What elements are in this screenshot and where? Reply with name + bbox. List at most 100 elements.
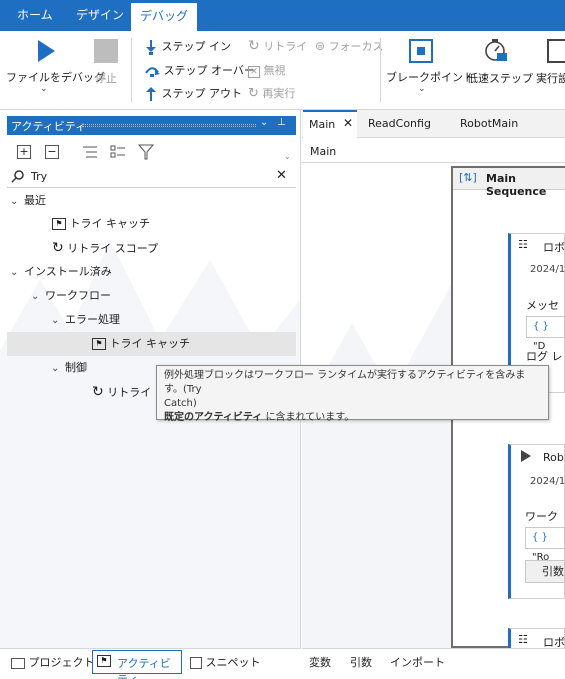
step-in-label: ステップ イン: [161, 40, 232, 53]
debug-file-label[interactable]: ファイルをデバッグ: [6, 69, 105, 85]
chevron-down-icon: ⌄: [31, 291, 40, 302]
pin-icon[interactable]: ⊥: [277, 117, 286, 128]
step-in-button[interactable]: ステップ イン: [144, 38, 231, 55]
snippets-icon: [190, 657, 202, 669]
bottom-tab-activities[interactable]: ⚑ アクティビティ: [92, 650, 182, 679]
chevron-down-icon: ⌄: [10, 196, 19, 207]
sort-icon[interactable]: [82, 145, 98, 159]
step-out-icon: [146, 87, 156, 101]
expand-all-icon[interactable]: +: [17, 145, 31, 159]
bottom-tab-snippets[interactable]: スニペット: [190, 654, 261, 670]
tree-label: リトライ スコープ: [67, 242, 159, 255]
breadcrumb[interactable]: Main: [310, 145, 336, 158]
retry-icon: ↻: [248, 38, 260, 54]
card-date: 2024/1: [530, 476, 565, 487]
settings-icon[interactable]: [547, 39, 565, 63]
stop-button[interactable]: 停止: [95, 70, 117, 86]
retry-label: リトライ: [263, 40, 308, 53]
chevron-down-icon: ⌄: [10, 267, 19, 278]
tab-design[interactable]: デザイン: [68, 0, 132, 31]
clear-search-icon[interactable]: ✕: [276, 168, 287, 183]
arguments-button[interactable]: 引数: [525, 560, 565, 583]
step-over-label: ステップ オーバー: [163, 64, 255, 77]
ribbon-divider: [380, 38, 381, 102]
bottom-tab-project[interactable]: プロジェクト: [11, 654, 95, 670]
retry-scope-icon: ↻: [92, 384, 104, 400]
step-out-button[interactable]: ステップ アウト: [144, 85, 242, 102]
focus-label: フォーカス: [328, 40, 384, 53]
slow-step-icon[interactable]: [484, 37, 508, 66]
ignore-button[interactable]: ✕ 無視: [248, 62, 286, 78]
tree-recent[interactable]: ⌄ 最近: [10, 189, 46, 213]
ribbon-divider: [131, 38, 132, 102]
ignore-icon: ✕: [248, 66, 260, 78]
close-icon[interactable]: ✕: [343, 116, 353, 130]
doc-tab-main[interactable]: Main ✕: [303, 110, 357, 138]
step-over-button[interactable]: ステップ オーバー: [144, 62, 255, 78]
sequence-icon: [⇅]: [459, 171, 477, 184]
chevron-down-icon[interactable]: ⌄: [418, 84, 426, 94]
activities-icon: ⚑: [97, 655, 111, 667]
tab-debug[interactable]: デバッグ: [131, 0, 197, 31]
focus-button[interactable]: ⊜ フォーカス: [315, 38, 384, 54]
tab-home[interactable]: ホーム: [9, 0, 61, 31]
tree-installed[interactable]: ⌄ インストール済み: [10, 260, 112, 284]
tree-item-retry-scope[interactable]: ↻ リトライ スコープ: [52, 236, 158, 260]
list-view-icon[interactable]: [110, 145, 126, 159]
retry-scope-icon: ↻: [52, 240, 64, 256]
chevron-down-icon: ⌄: [51, 363, 60, 374]
chevron-down-icon[interactable]: ⌄: [40, 84, 48, 94]
bottom-tab-imports[interactable]: インポート: [390, 654, 445, 670]
card-title: Rob: [543, 451, 564, 464]
rerun-icon: ↻: [248, 86, 259, 101]
card-date: 2024/1: [530, 264, 565, 275]
doc-tab-readconfig[interactable]: ReadConfig: [368, 110, 431, 138]
try-catch-icon: ⚑: [92, 338, 106, 350]
doc-tab-robotmain[interactable]: RobotMain: [460, 110, 518, 138]
rerun-label: 再実行: [262, 87, 296, 100]
expression-icon: { }: [532, 532, 548, 543]
tree-error-handling[interactable]: ⌄ エラー処理: [51, 308, 120, 332]
card-title: ロボ: [543, 241, 565, 254]
chevron-down-icon[interactable]: ⌄: [260, 117, 268, 128]
debug-file-button[interactable]: [36, 39, 56, 63]
tree-label: トライ キャッチ: [109, 337, 191, 350]
breakpoint-button[interactable]: ブレークポイント: [386, 69, 474, 85]
search-box: Try ✕: [7, 166, 296, 188]
slow-step-button[interactable]: 低速ステップ: [467, 70, 533, 86]
search-icon: [11, 170, 24, 183]
bottom-tab-label: スニペット: [205, 656, 261, 669]
play-icon: [38, 40, 55, 62]
search-input[interactable]: Try: [31, 170, 47, 183]
log-icon: ☷: [518, 633, 528, 646]
run-settings-button[interactable]: 実行設: [536, 70, 565, 86]
retry-button[interactable]: ↻ リトライ: [248, 38, 307, 54]
tree-workflow[interactable]: ⌄ ワークフロー: [31, 284, 111, 308]
collapse-all-icon[interactable]: −: [45, 145, 59, 159]
workflow-field[interactable]: { } "Ro: [525, 527, 565, 563]
overflow-icon[interactable]: ⌄: [284, 152, 291, 161]
tooltip-line: 例外処理ブロックはワークフロー ランタイムが実行するアクティビティを含みます。(…: [164, 370, 526, 395]
log-icon: ☷: [518, 238, 528, 251]
message-field[interactable]: { } "D: [526, 316, 565, 352]
tree-item-try-catch-selected[interactable]: ⚑ トライ キャッチ: [92, 332, 190, 356]
tree-label: インストール済み: [24, 265, 112, 278]
bottom-tab-label: プロジェクト: [28, 656, 95, 669]
panel-header[interactable]: アクティビティ ⌄ ⊥: [7, 116, 296, 135]
tree-label: エラー処理: [65, 313, 120, 326]
filter-icon[interactable]: [137, 144, 155, 160]
bottom-tab-variables[interactable]: 変数: [309, 654, 331, 670]
focus-icon: ⊜: [315, 39, 326, 53]
tree-item-retry-scope-2[interactable]: ↻ リトライ ス: [92, 380, 166, 404]
tree-label: トライ キャッチ: [69, 217, 151, 230]
stop-icon[interactable]: [94, 39, 118, 63]
invoke-icon: [520, 449, 532, 466]
tree-control[interactable]: ⌄ 制御: [51, 356, 87, 380]
chevron-down-icon: ⌄: [51, 315, 60, 326]
bottom-tab-arguments[interactable]: 引数: [350, 654, 372, 670]
rerun-button[interactable]: ↻ 再実行: [248, 85, 295, 101]
tree-item-try-catch[interactable]: ⚑ トライ キャッチ: [52, 212, 150, 236]
step-over-icon: [145, 67, 160, 77]
breakpoint-icon[interactable]: [409, 39, 433, 63]
try-catch-icon: ⚑: [52, 218, 66, 230]
